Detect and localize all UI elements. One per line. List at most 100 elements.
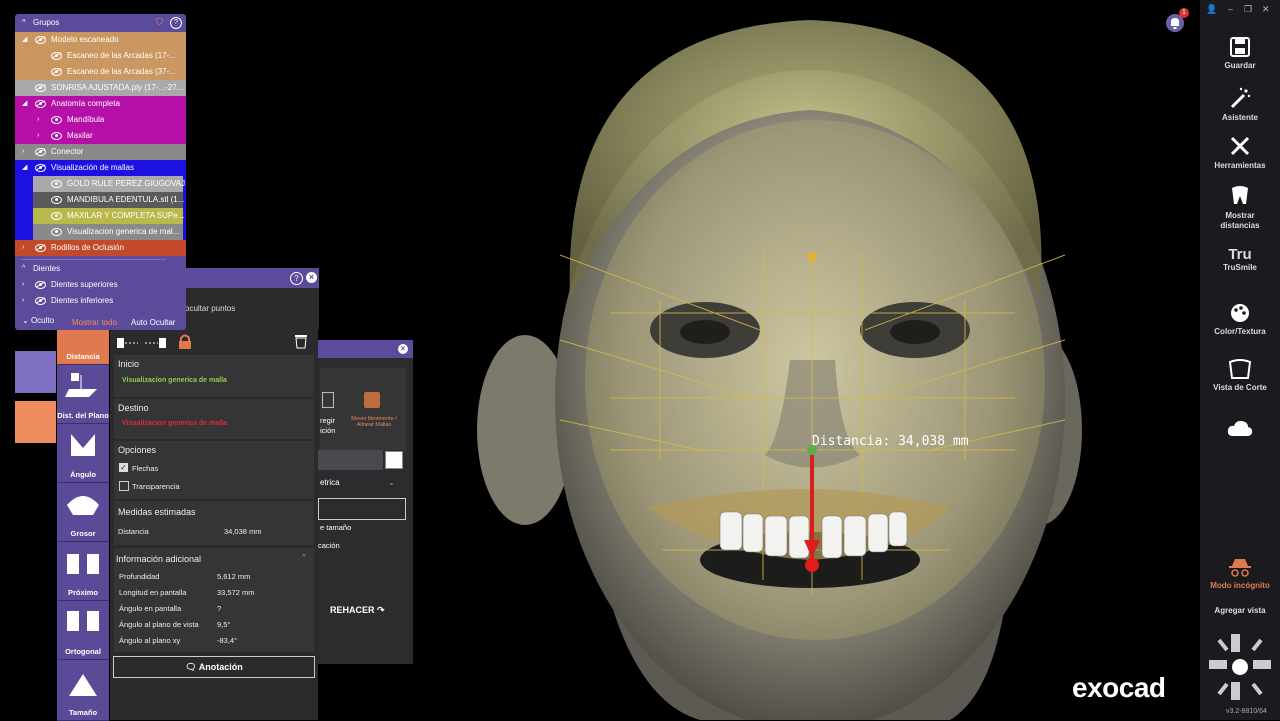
incognito-mode-button[interactable]: Modo incógnito [1200, 556, 1280, 590]
show-distances-button[interactable]: Mostrar distancias [1200, 184, 1280, 231]
visibility-eye-icon[interactable] [51, 115, 62, 124]
visibility-eye-icon[interactable] [35, 147, 46, 156]
group-item[interactable]: › Dientes inferiores [15, 293, 186, 309]
visibility-eye-icon[interactable] [51, 195, 62, 204]
hidden-toggle[interactable]: ⌄ Oculto [22, 316, 54, 325]
distance-value: 34,038 mm [224, 527, 262, 536]
color-swatch-orange[interactable] [15, 401, 56, 443]
filter-icon[interactable]: ⛉ [156, 17, 166, 27]
expand-arrow-icon[interactable]: › [22, 277, 24, 293]
visibility-eye-icon[interactable] [35, 243, 46, 252]
save-button[interactable]: Guardar [1200, 36, 1280, 70]
group-item[interactable]: › Dientes superiores [15, 277, 186, 293]
expand-arrow-icon[interactable]: › [22, 144, 24, 160]
group-item[interactable]: SONRISA AJUSTADA.ply (17-...-27... [15, 80, 186, 96]
expand-arrow-icon[interactable]: › [37, 112, 39, 128]
annotation-button[interactable]: 🗨 Anotación [113, 656, 315, 678]
visibility-eye-icon[interactable] [35, 296, 46, 305]
visibility-eye-icon[interactable] [51, 179, 62, 188]
trash-icon[interactable] [294, 333, 308, 351]
visibility-eye-icon[interactable] [51, 51, 62, 60]
close-icon[interactable]: × [306, 272, 317, 283]
group-item[interactable]: › Mandíbula [15, 112, 186, 128]
expand-arrow-icon[interactable]: › [37, 128, 39, 144]
visibility-eye-icon[interactable] [51, 131, 62, 140]
close-icon[interactable]: × [398, 344, 408, 354]
tool-angle[interactable]: Ángulo [57, 424, 109, 483]
visibility-eye-icon[interactable] [35, 163, 46, 172]
color-swatch-purple[interactable] [15, 351, 56, 393]
redo-button[interactable]: REHACER ↷ [330, 605, 385, 616]
group-item[interactable]: › Maxilar [15, 128, 186, 144]
view-plane-angle-value: 9,5° [217, 620, 231, 629]
group-item[interactable]: MANDIBULA EDENTULA.stl (1... [15, 192, 186, 208]
expand-arrow-icon[interactable]: › [22, 240, 24, 256]
tool-distance[interactable]: Distancia [57, 330, 109, 365]
group-occlusion-rims[interactable]: › Rodillos de Oclusión [15, 240, 186, 256]
help-icon[interactable]: ? [290, 272, 303, 285]
expand-arrow-icon[interactable]: › [22, 293, 24, 309]
location-option[interactable]: cación [318, 541, 340, 550]
color-swatch[interactable] [385, 451, 403, 469]
visibility-eye-icon[interactable] [35, 35, 46, 44]
transparency-checkbox[interactable] [119, 481, 129, 491]
wizard-button[interactable]: Asistente [1200, 86, 1280, 122]
group-item[interactable]: Visualizacion generica de mal... [15, 224, 186, 240]
expand-arrow-icon[interactable]: ◢ [22, 32, 27, 48]
tool-proximal[interactable]: Próximo [57, 542, 109, 601]
group-item[interactable]: GOLD RULE PEREZ GIUGOVAJ... [15, 176, 186, 192]
tool-size[interactable]: Tamaño [57, 660, 109, 721]
trusmile-button[interactable]: Tru TruSmile [1200, 246, 1280, 272]
cloud-button[interactable] [1200, 418, 1280, 441]
size-option[interactable]: e tamaño [320, 523, 351, 532]
section-view-button[interactable]: Vista de Corte [1200, 358, 1280, 392]
metric-select[interactable]: etrica [320, 478, 340, 487]
group-item[interactable]: MAXILAR Y COMPLETA SUPe... [15, 208, 186, 224]
hide-points-option[interactable]: ocultar puntos [185, 304, 235, 313]
restore-icon[interactable]: ❐ [1244, 4, 1252, 15]
chevron-up-icon[interactable]: ^ [302, 553, 306, 562]
visibility-eye-icon[interactable] [51, 227, 62, 236]
expand-arrow-icon[interactable]: ◢ [22, 160, 27, 176]
visibility-eye-icon[interactable] [35, 280, 46, 289]
visibility-eye-icon[interactable] [35, 83, 46, 92]
tool-plane-distance[interactable]: Dist. del Plano [57, 365, 109, 424]
additional-title[interactable]: Información adicional [116, 554, 201, 564]
group-item[interactable]: Escaneo de las Arcadas (37-... [15, 64, 186, 80]
group-anatomy[interactable]: ◢ Anatomía completa [15, 96, 186, 112]
show-all-button[interactable]: Mostrar todo [72, 318, 117, 327]
end-point-icon[interactable] [144, 336, 168, 350]
start-point-icon[interactable] [116, 336, 140, 350]
group-connector[interactable]: › Conector [15, 144, 186, 160]
correct-button[interactable]: regir ición [320, 416, 340, 436]
options-section: Opciones ✓ Flechas Transparencia [114, 441, 314, 499]
group-teeth[interactable]: ^ Dientes [15, 261, 186, 277]
help-icon[interactable]: ? [170, 17, 182, 29]
minimize-icon[interactable]: – [1228, 4, 1233, 14]
color-texture-button[interactable]: Color/Textura [1200, 302, 1280, 336]
group-scanned-model[interactable]: ◢ Modelo escaneado [15, 32, 186, 48]
expand-arrow-icon[interactable]: ◢ [22, 96, 27, 112]
group-mesh-visualization[interactable]: ◢ Visualización de mallas [15, 160, 186, 176]
close-window-icon[interactable]: ✕ [1262, 4, 1270, 15]
user-icon[interactable]: 👤 [1206, 4, 1217, 15]
chevron-down-icon[interactable]: ⌄ [388, 478, 395, 487]
view-cube-widget[interactable] [1200, 632, 1280, 707]
visibility-eye-icon[interactable] [51, 211, 62, 220]
tool-orthogonal[interactable]: Ortogonal [57, 601, 109, 660]
text-field[interactable] [318, 498, 406, 520]
tools-button[interactable]: Herramientas [1200, 134, 1280, 170]
visibility-eye-icon[interactable] [51, 67, 62, 76]
groups-collapse-icon[interactable]: ^ [22, 18, 26, 27]
auto-hide-button[interactable]: Auto Ocultar [131, 318, 175, 327]
lock-icon[interactable] [178, 334, 192, 352]
alignment-panel: × regir ición Mover libremente / Alinear… [318, 340, 413, 664]
add-view-button[interactable]: Agregar vista [1200, 606, 1280, 615]
move-align-button[interactable]: Mover libremente / Alinear Mallas [348, 416, 400, 428]
group-item[interactable]: Escaneo de las Arcadas (17-... [15, 48, 186, 64]
collapse-arrow-icon[interactable]: ^ [22, 261, 25, 277]
arrows-checkbox[interactable]: ✓ [119, 463, 128, 472]
color-field[interactable] [318, 450, 383, 470]
visibility-eye-icon[interactable] [35, 99, 46, 108]
tool-thickness[interactable]: Grosor [57, 483, 109, 542]
